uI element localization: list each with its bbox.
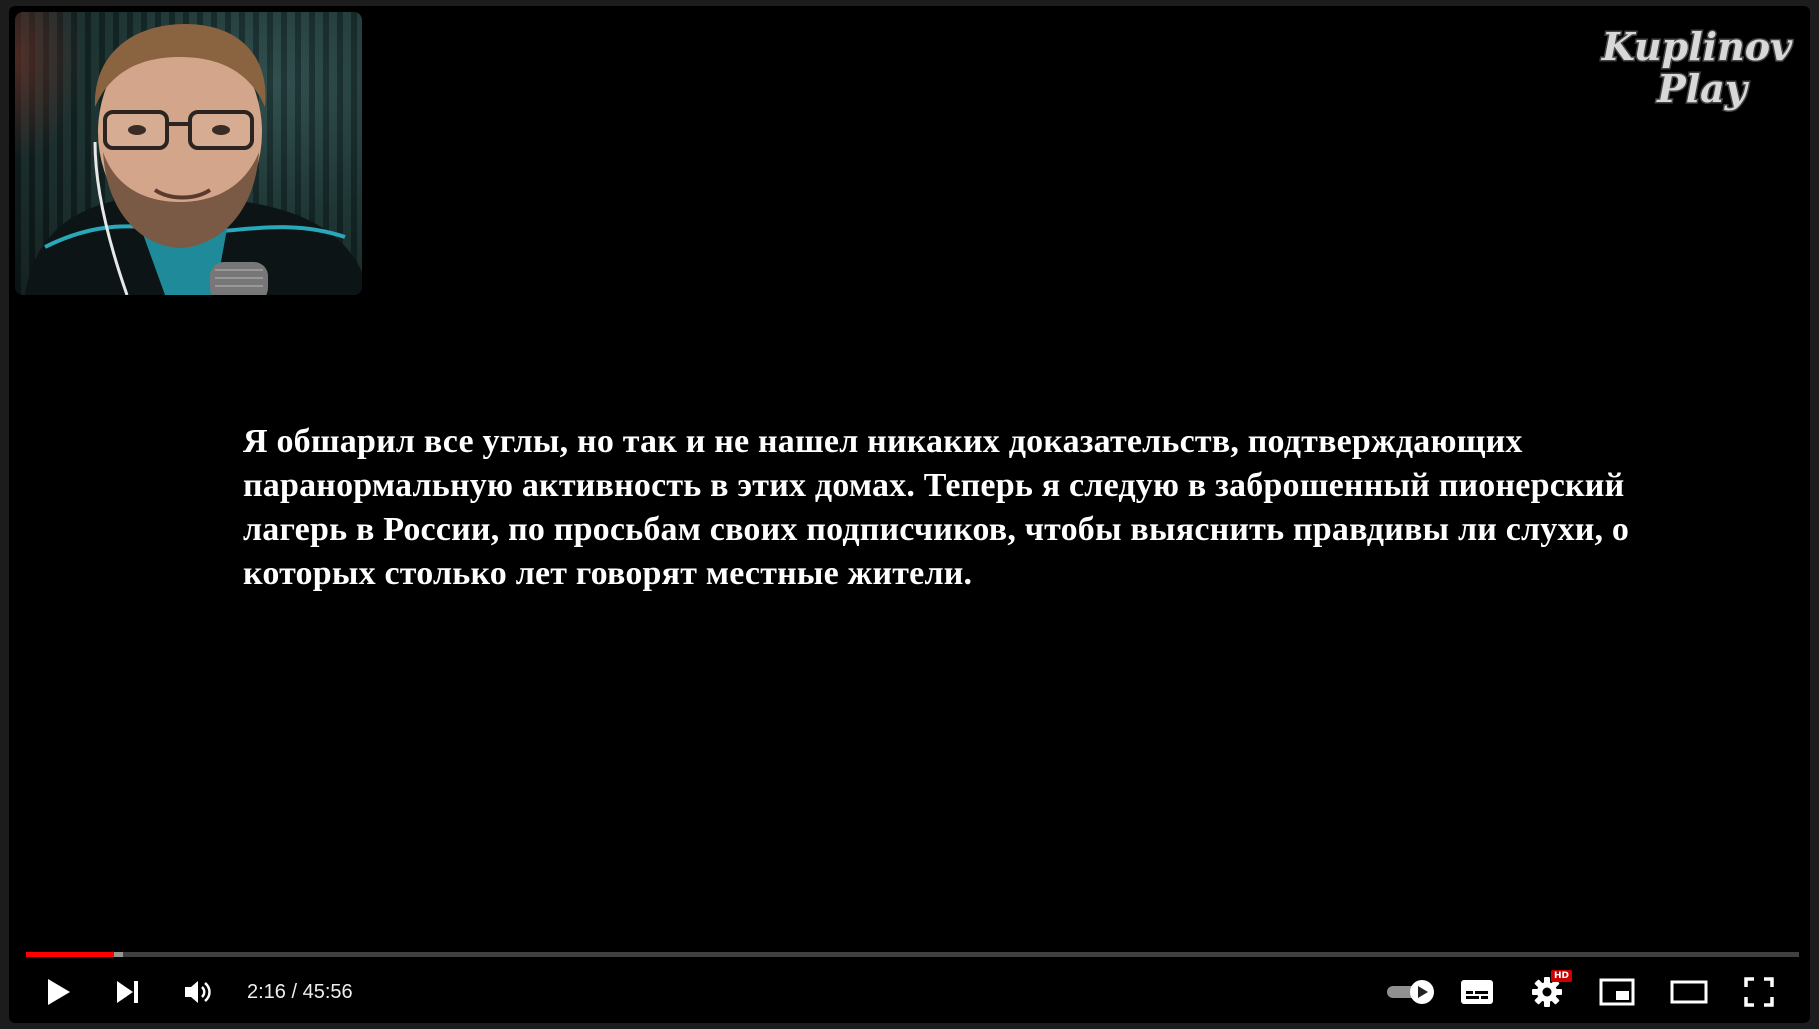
time-display: 2:16 / 45:56 — [247, 964, 353, 1020]
subtitles-icon — [1461, 980, 1493, 1004]
svg-text:Kuplinov: Kuplinov — [1601, 24, 1793, 69]
fullscreen-icon — [1744, 977, 1774, 1007]
player-controls: 2:16 / 45:56 HD — [9, 964, 1810, 1020]
time-separator: / — [285, 980, 303, 1003]
miniplayer-icon — [1599, 978, 1635, 1006]
channel-watermark[interactable]: Kuplinov Play — [1592, 18, 1802, 114]
current-time: 2:16 — [247, 980, 286, 1003]
autoplay-toggle[interactable] — [1381, 964, 1441, 1020]
next-button[interactable] — [101, 964, 155, 1020]
next-icon — [117, 981, 138, 1003]
fullscreen-button[interactable] — [1731, 964, 1787, 1020]
settings-button[interactable]: HD — [1519, 964, 1575, 1020]
video-player[interactable]: Kuplinov Play Я обшарил все углы, но так… — [9, 6, 1810, 1023]
play-icon — [48, 979, 70, 1005]
autoplay-toggle-icon — [1387, 980, 1434, 1004]
play-button[interactable] — [31, 964, 85, 1020]
duration: 45:56 — [302, 980, 353, 1003]
theater-mode-button[interactable] — [1661, 964, 1717, 1020]
progress-played — [26, 952, 115, 957]
hd-badge: HD — [1551, 970, 1573, 982]
webcam-overlay — [15, 12, 362, 295]
miniplayer-button[interactable] — [1589, 964, 1645, 1020]
theater-mode-icon — [1670, 980, 1708, 1004]
progress-bar[interactable] — [26, 952, 1799, 957]
svg-text:Play: Play — [1656, 66, 1750, 111]
mute-button[interactable] — [171, 964, 225, 1020]
video-subtitle-text: Я обшарил все углы, но так и не нашел ни… — [243, 423, 1630, 592]
volume-icon — [185, 981, 211, 1003]
subtitles-button[interactable] — [1449, 964, 1505, 1020]
